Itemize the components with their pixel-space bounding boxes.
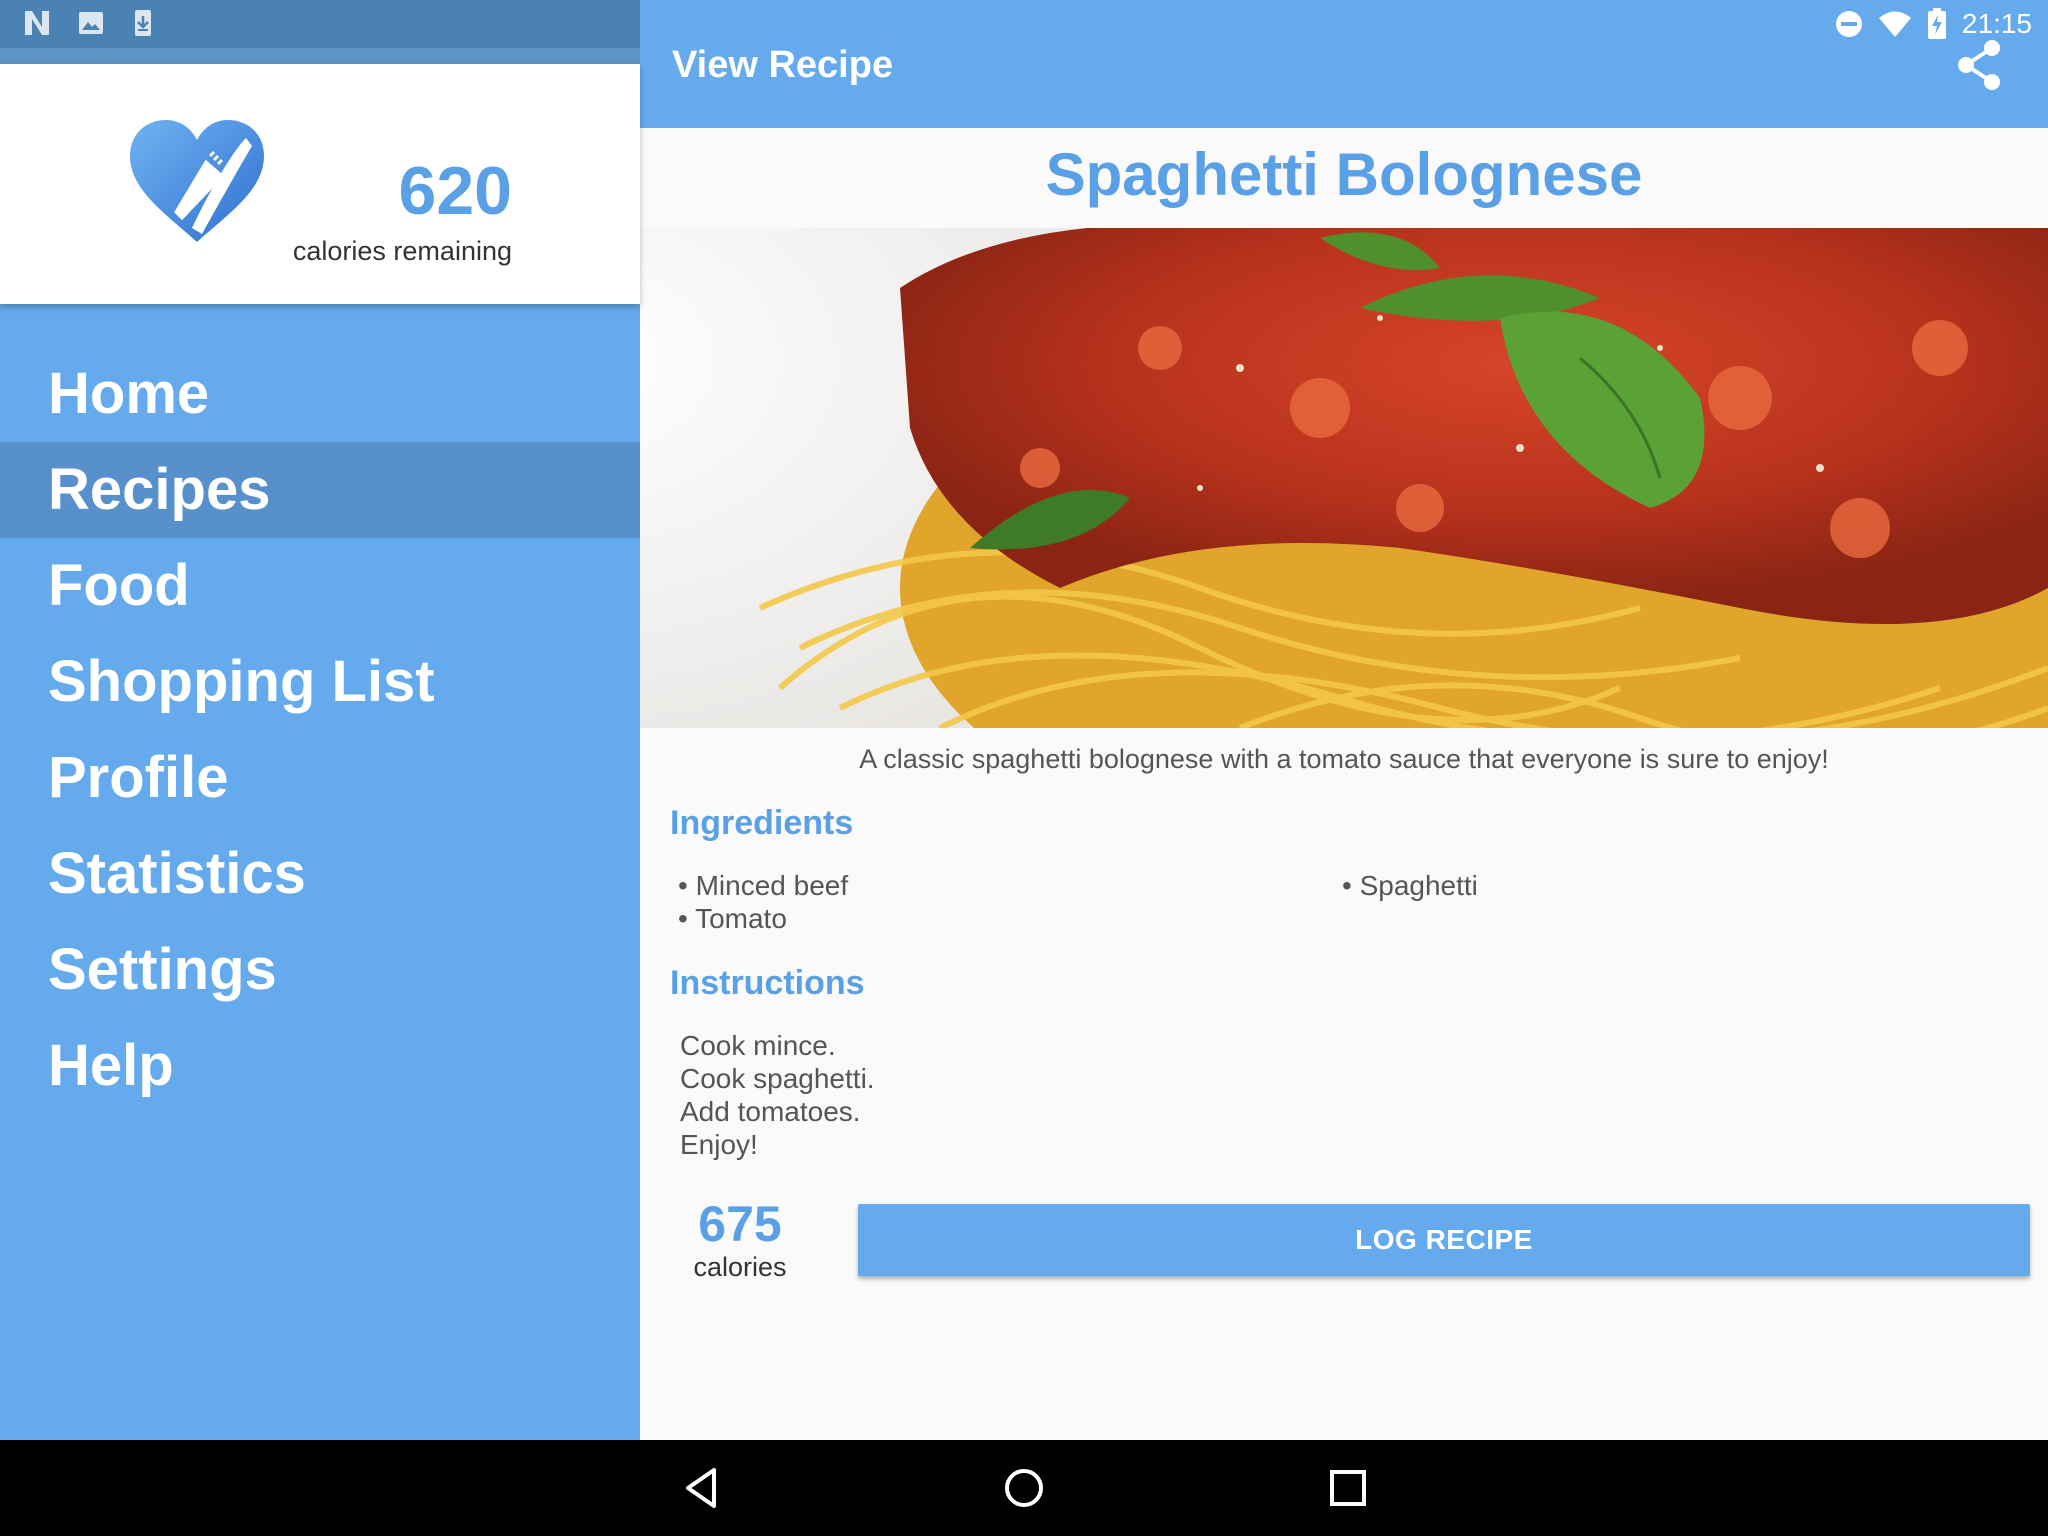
- drawer-header: 620 calories remaining: [0, 64, 640, 304]
- download-icon: [135, 10, 151, 36]
- nav-item-shopping-list[interactable]: Shopping List: [0, 634, 640, 730]
- nav-item-help[interactable]: Help: [0, 1018, 640, 1114]
- recipe-calories-value: 675: [698, 1196, 782, 1252]
- back-icon[interactable]: [676, 1462, 728, 1514]
- calories-remaining-label: calories remaining: [292, 236, 512, 266]
- nav-item-statistics[interactable]: Statistics: [0, 826, 640, 922]
- recipe-description: A classic spaghetti bolognese with a tom…: [859, 744, 1829, 774]
- recents-icon[interactable]: [1322, 1462, 1374, 1514]
- status-bar-right: 21:15: [1834, 6, 2032, 42]
- ingredient-item: • Minced beef: [678, 870, 849, 901]
- ingredient-item: • Spaghetti: [1342, 870, 1478, 901]
- recipe-title: Spaghetti Bolognese: [1045, 141, 1643, 208]
- instruction-step: Cook spaghetti.: [680, 1063, 875, 1094]
- n-icon: [25, 11, 49, 35]
- instruction-step: Enjoy!: [680, 1129, 758, 1160]
- system-nav-bar: [0, 1440, 2048, 1536]
- status-bar-left: [0, 0, 640, 48]
- battery-charging-icon: [1927, 8, 1946, 39]
- nav-item-recipes[interactable]: Recipes: [0, 442, 640, 538]
- app-bar: View Recipe 21:15: [640, 0, 2048, 128]
- status-time: 21:15: [1961, 8, 2032, 39]
- page-title: View Recipe: [672, 44, 894, 86]
- instruction-step: Add tomatoes.: [680, 1096, 861, 1127]
- instructions-heading: Instructions: [670, 964, 865, 1002]
- ingredients-heading: Ingredients: [670, 804, 854, 842]
- wifi-icon: [1878, 11, 1911, 37]
- home-icon[interactable]: [998, 1462, 1050, 1514]
- calories-remaining-value: 620: [398, 153, 512, 229]
- nav-item-home[interactable]: Home: [0, 346, 640, 442]
- nav-item-settings[interactable]: Settings: [0, 922, 640, 1018]
- recipe-image: [640, 228, 2048, 728]
- share-icon[interactable]: [1954, 38, 2004, 92]
- spaghetti-photo: [640, 228, 2048, 728]
- image-icon: [79, 12, 103, 34]
- log-recipe-button[interactable]: LOG RECIPE: [858, 1204, 2030, 1276]
- heart-fork-knife-logo-icon: [130, 120, 264, 242]
- recipe-calories-label: calories: [693, 1252, 787, 1282]
- dnd-icon: [1835, 11, 1862, 37]
- recipe-calories: 675 calories: [680, 1196, 800, 1282]
- navigation-drawer: Home Recipes Food Shopping List Profile …: [0, 304, 640, 1440]
- nav-item-food[interactable]: Food: [0, 538, 640, 634]
- nav-item-profile[interactable]: Profile: [0, 730, 640, 826]
- ingredient-item: • Tomato: [678, 903, 787, 934]
- drawer-shade: [0, 48, 640, 64]
- instruction-step: Cook mince.: [680, 1030, 836, 1061]
